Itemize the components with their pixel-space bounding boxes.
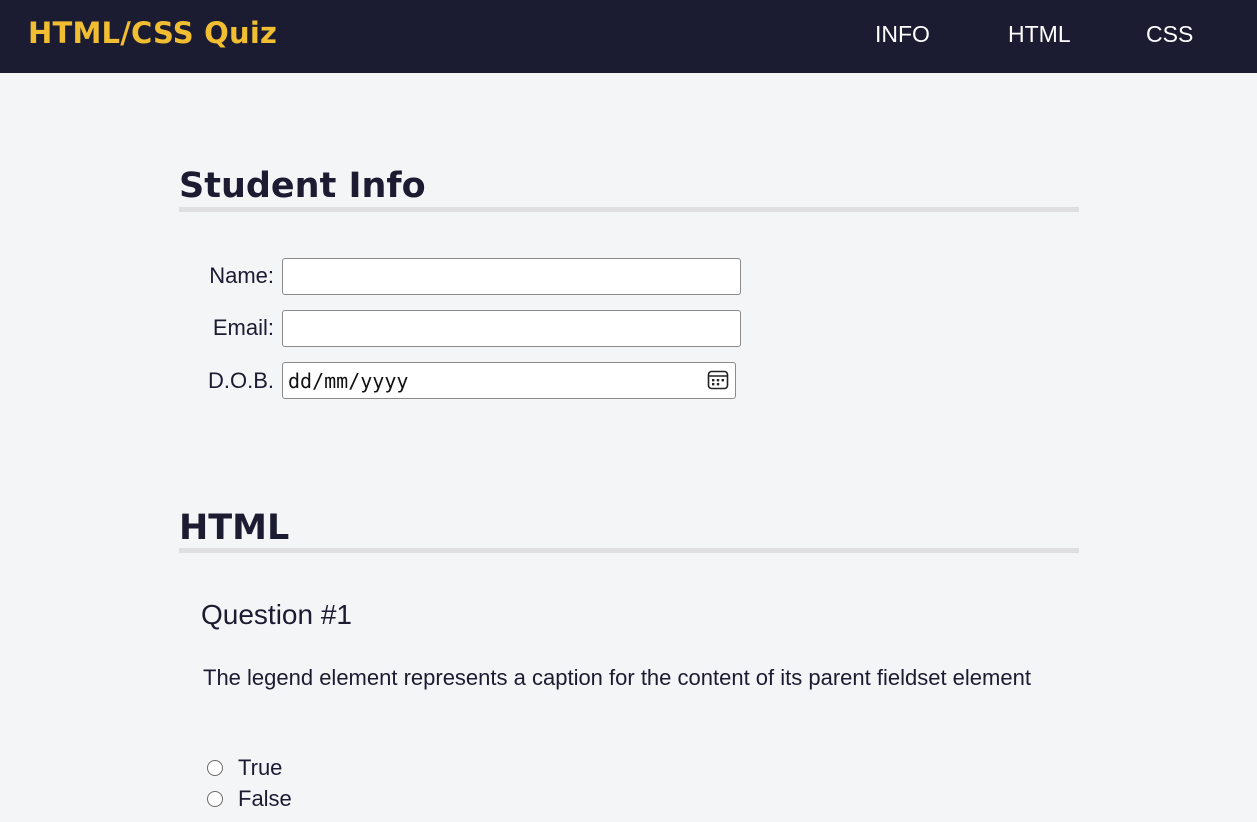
section-divider [179,207,1079,212]
html-section-heading: HTML [179,508,290,548]
calendar-icon[interactable] [707,369,729,391]
question-heading: Question #1 [201,599,352,630]
nav-link-info[interactable]: INFO [875,21,930,48]
nav-link-html[interactable]: HTML [1008,21,1071,48]
question-text: The legend element represents a caption … [203,665,1031,690]
radio-option-false[interactable]: False [207,786,292,811]
radio-button[interactable] [207,791,223,807]
radio-label: False [238,786,292,811]
dob-placeholder: dd/mm/yyyy [288,369,409,393]
email-label: Email: [212,315,274,340]
nav-link-css[interactable]: CSS [1146,21,1193,48]
name-label: Name: [209,263,274,288]
radio-label: True [238,755,283,780]
dob-label: D.O.B. [207,368,274,393]
dob-date-input[interactable]: dd/mm/yyyy [282,362,736,399]
radio-option-true[interactable]: True [207,755,283,780]
brand-title: HTML/CSS Quiz [28,16,278,50]
student-info-heading: Student Info [179,166,426,206]
section-divider [179,548,1079,553]
name-input[interactable] [282,258,741,295]
email-input[interactable] [282,310,741,347]
top-navbar: HTML/CSS Quiz INFO HTML CSS [0,0,1257,73]
radio-button[interactable] [207,760,223,776]
